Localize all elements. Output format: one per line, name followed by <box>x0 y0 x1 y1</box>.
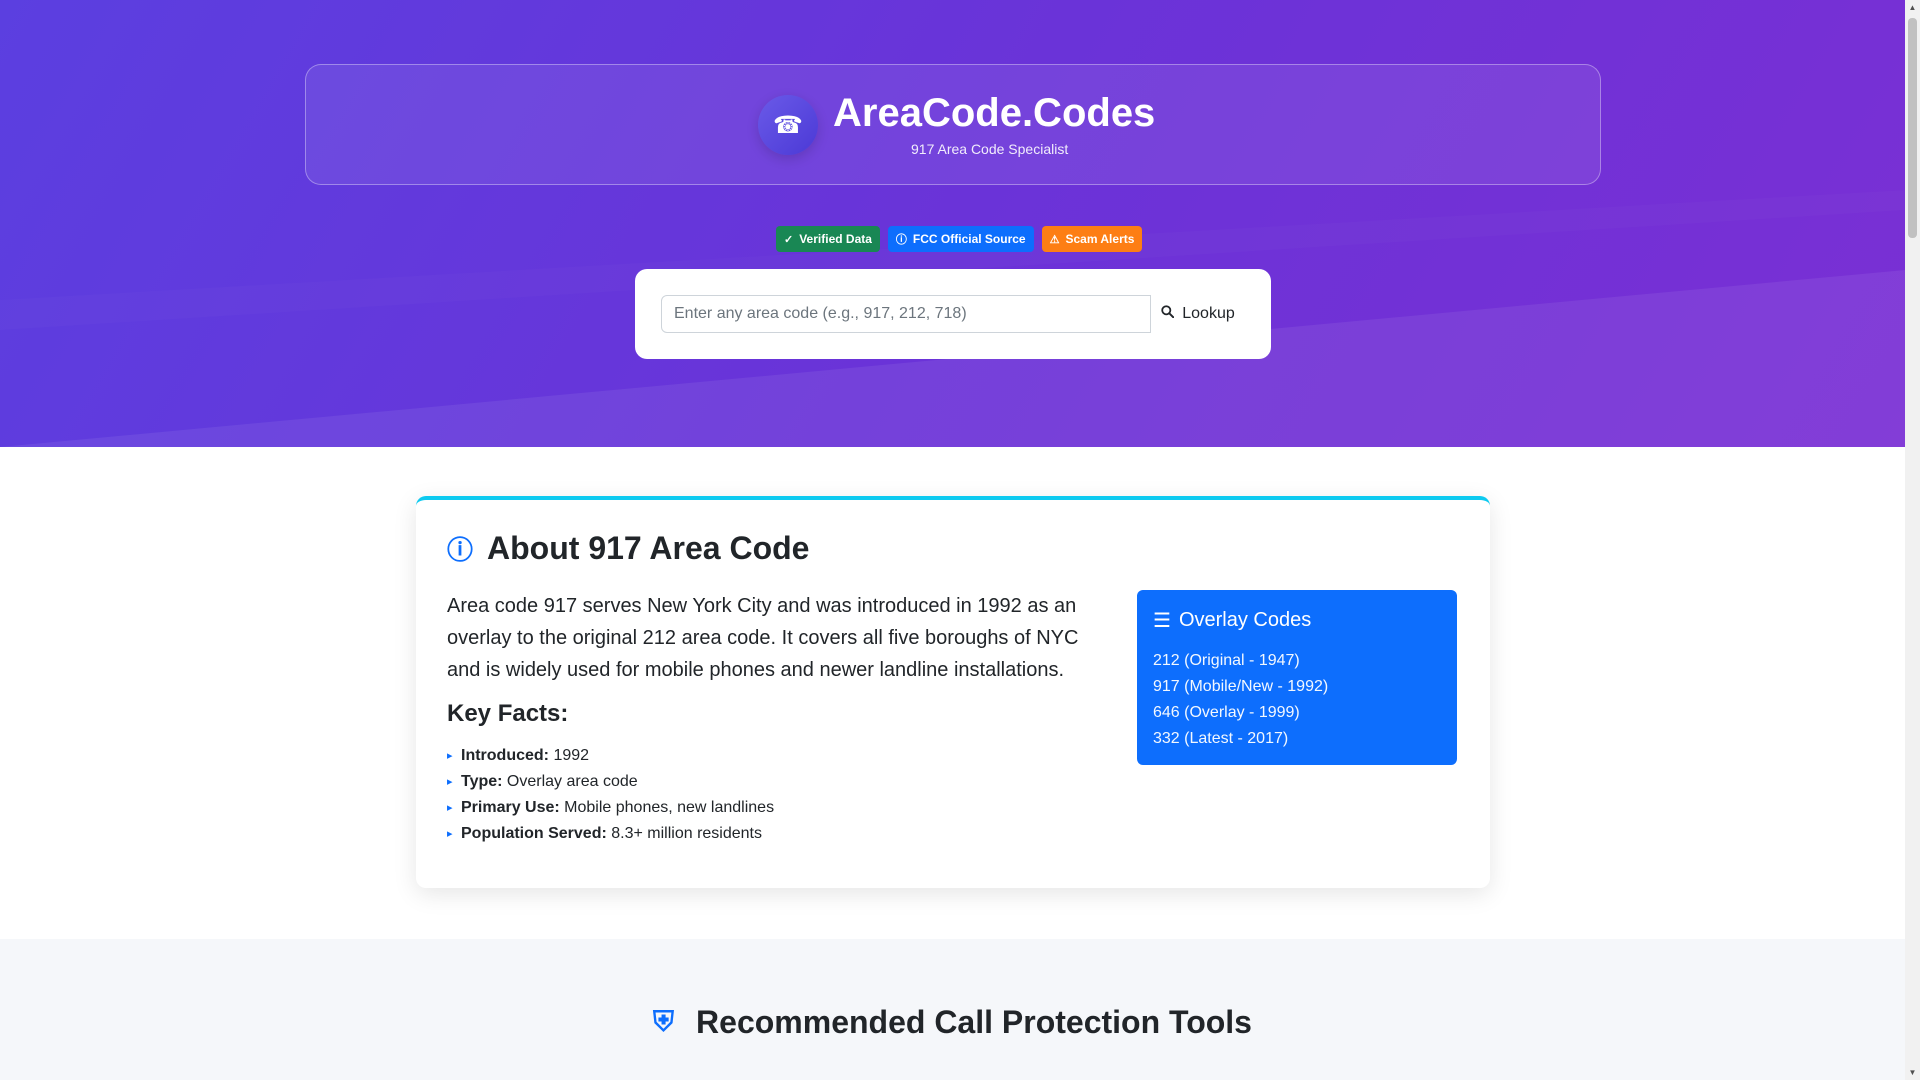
check-shield-icon: ✓ <box>784 233 794 246</box>
key-facts-list: ▸ Introduced: 1992 ▸ Type: Overlay area … <box>447 743 774 847</box>
badge-label: Scam Alerts <box>1065 232 1135 246</box>
bullet-icon: ▸ <box>447 750 453 762</box>
fact-label: Population Served: <box>461 825 607 842</box>
fact-primary-use: ▸ Primary Use: Mobile phones, new landli… <box>447 795 774 821</box>
bullet-icon: ▸ <box>447 776 453 788</box>
hero-header: ☎ AreaCode.Codes 917 Area Code Specialis… <box>0 0 1905 447</box>
search-icon <box>1161 305 1175 323</box>
fact-type: ▸ Type: Overlay area code <box>447 769 774 795</box>
warning-icon: ⚠ <box>1049 233 1060 246</box>
scroll-up-arrow-icon[interactable]: ▲ <box>1905 0 1920 15</box>
page: ☎ AreaCode.Codes 917 Area Code Specialis… <box>0 0 1905 1080</box>
phone-icon: ☎ <box>758 95 818 155</box>
overlay-code-item: 212 (Original - 1947) <box>1153 652 1300 669</box>
overlay-code-item: 646 (Overlay - 1999) <box>1153 704 1300 721</box>
about-card: ⓘ About 917 Area Code Area code 917 serv… <box>416 496 1490 888</box>
fcc-source-badge: ⓘ FCC Official Source <box>887 226 1034 252</box>
bullet-icon: ▸ <box>447 802 453 814</box>
tools-title-text: Recommended Call Protection Tools <box>696 1004 1252 1040</box>
area-code-search-input[interactable] <box>661 295 1151 333</box>
info-icon: ⓘ <box>895 234 907 246</box>
fact-introduced: ▸ Introduced: 1992 <box>447 743 774 769</box>
fact-population: ▸ Population Served: 8.3+ million reside… <box>447 821 774 847</box>
tools-heading: ⛨ Recommended Call Protection Tools <box>0 1004 1905 1041</box>
fact-value: Overlay area code <box>502 773 638 790</box>
scroll-down-arrow-icon[interactable]: ▼ <box>1905 1065 1920 1080</box>
brand-box: ☎ AreaCode.Codes 917 Area Code Specialis… <box>305 64 1601 185</box>
about-title-text: About 917 Area Code <box>487 530 810 566</box>
badge-label: FCC Official Source <box>912 232 1026 246</box>
badge-row: ✓ Verified Data ⓘ FCC Official Source ⚠ … <box>776 226 1143 252</box>
scrollbar-thumb[interactable] <box>1908 18 1917 238</box>
overlay-code-item: 917 (Mobile/New - 1992) <box>1153 678 1329 695</box>
fact-label: Primary Use: <box>461 799 560 816</box>
fact-value: 8.3+ million residents <box>606 825 762 842</box>
search-card: Lookup <box>635 269 1271 359</box>
badge-label: Verified Data <box>799 232 872 246</box>
fact-label: Introduced: <box>461 747 549 764</box>
scam-alerts-badge: ⚠ Scam Alerts <box>1041 226 1143 252</box>
page-scrollbar[interactable]: ▲ ▼ <box>1905 0 1920 1080</box>
about-heading: ⓘ About 917 Area Code <box>447 530 809 567</box>
about-section: ⓘ About 917 Area Code Area code 917 serv… <box>0 447 1905 939</box>
overlay-codes-box: ☰ Overlay Codes 212 (Original - 1947) 91… <box>1137 590 1457 765</box>
layers-icon: ☰ <box>1153 610 1171 632</box>
overlay-codes-heading: ☰ Overlay Codes <box>1153 608 1311 633</box>
overlay-title-text: Overlay Codes <box>1178 609 1312 631</box>
lookup-button-label: Lookup <box>1182 305 1235 322</box>
brand-title[interactable]: AreaCode.Codes <box>833 91 1155 136</box>
lookup-button[interactable]: Lookup <box>1151 295 1245 333</box>
fact-label: Type: <box>461 773 503 790</box>
fact-value: 1992 <box>549 747 590 764</box>
info-circle-icon: ⓘ <box>447 535 474 565</box>
overlay-code-item: 332 (Latest - 2017) <box>1153 730 1289 747</box>
key-facts-heading: Key Facts: <box>447 700 569 727</box>
verified-data-badge: ✓ Verified Data <box>776 226 880 252</box>
brand-subtitle: 917 Area Code Specialist <box>911 141 1069 157</box>
about-description: Area code 917 serves New York City and w… <box>447 595 1079 681</box>
fact-value: Mobile phones, new landlines <box>559 799 775 816</box>
tools-section: ⛨ Recommended Call Protection Tools <box>0 939 1905 1080</box>
shield-icon: ⛨ <box>653 1006 675 1037</box>
overlay-codes-list: 212 (Original - 1947) 917 (Mobile/New - … <box>1153 648 1328 752</box>
bullet-icon: ▸ <box>447 828 453 840</box>
